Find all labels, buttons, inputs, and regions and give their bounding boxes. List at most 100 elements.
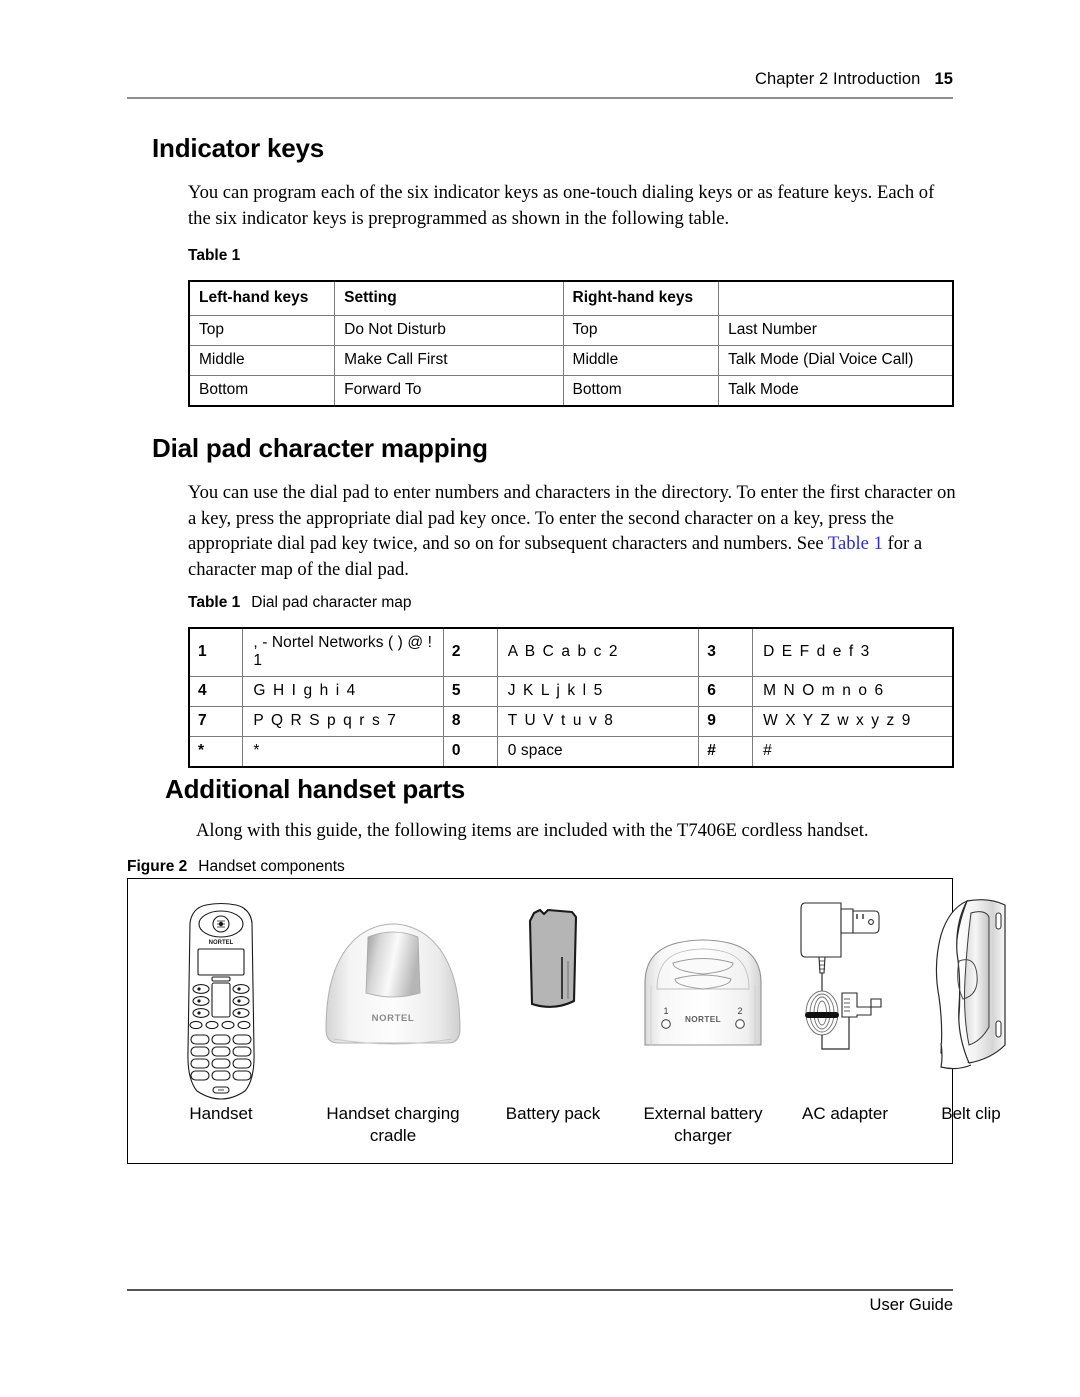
dialpad-key: 0 [442,736,498,768]
figure-artwork-row: NORTEL NORTEL 1 2 NORTEL [128,879,1006,1101]
table-row: 1 , - Nortel Networks ( ) @ ! 1 2 A B C … [188,627,954,677]
heading-additional-handset-parts: Additional handset parts [165,774,466,804]
table1-cell: Talk Mode [718,374,954,406]
table1-caption: Table 1 [188,247,251,265]
figure-item-belt-clip [904,879,1038,1101]
charger-led-1 [661,1019,671,1029]
dialpad-key: 6 [698,676,754,707]
charger-brand-label: NORTEL [685,1015,721,1024]
table-row: 7 P Q R S p q r s 7 8 T U V t u v 8 9 W … [188,706,954,737]
table-row: Top Do Not Disturb Top Last Number [188,314,954,346]
dialpad-chars: # [752,736,954,768]
table1-cell: Middle [188,344,336,376]
handset-brand-label: NORTEL [209,940,234,946]
figure-label-handset: Handset [189,1104,253,1123]
table1-cell: Forward To [334,374,564,406]
dialpad-key: 2 [442,627,498,677]
charging-cradle-illustration: NORTEL [300,921,486,1051]
paragraph-additional-parts: Along with this guide, the following ite… [196,820,869,841]
dialpad-chars: G H I g h i 4 [242,676,444,707]
heading-dial-pad-character-mapping: Dial pad character mapping [152,433,488,463]
dialpad-key: 4 [188,676,244,707]
dialpad-key: 8 [442,706,498,737]
charger-led-2-label: 2 [737,1006,742,1016]
figure-item-external-battery-charger: 1 2 NORTEL [620,879,786,1101]
table1-caption-number: Table 1 [188,247,241,264]
figure2-caption-number: Figure 2 [127,858,188,875]
paragraph-indicator-keys: You can program each of the six indicato… [188,182,935,229]
dialpad-key: 5 [442,676,498,707]
figure-item-handset: NORTEL [142,879,300,1101]
table1-header-cell [718,281,954,316]
table-1-cross-reference-link[interactable]: Table 1 [828,533,883,554]
footer-divider [127,1289,953,1291]
figure2-caption-text: Handset components [198,858,345,875]
ac-adapter-icon [800,902,882,1050]
dialpad-chars: W X Y Z w x y z 9 [752,706,954,737]
table-row: Middle Make Call First Middle Talk Mode … [188,344,954,376]
table1-cell: Bottom [562,374,720,406]
dialpad-key: 9 [698,706,754,737]
charging-cradle-icon: NORTEL [325,923,461,1045]
table1-header-cell: Right-hand keys [562,281,720,316]
figure-item-ac-adapter [786,879,904,1101]
table2-caption-number: Table 1 [188,594,241,611]
document-page: Chapter 2 Introduction 15 Indicator keys … [0,0,1080,1397]
figure-label-battery-pack: Battery pack [505,1104,601,1123]
ac-adapter-illustration [786,895,904,1073]
cradle-brand-label: NORTEL [372,1013,415,1024]
dialpad-chars: M N O m n o 6 [752,676,954,707]
dialpad-key: 1 [188,627,244,677]
figure-labels-row: Handset Handset charging cradle Battery p… [128,1103,1000,1163]
battery-pack-icon [528,908,578,1008]
table-header-row: Left-hand keys Setting Right-hand keys [188,281,954,316]
running-head-chapter: Chapter 2 Introduction [754,70,921,88]
dialpad-key: # [698,736,754,768]
page-number: 15 [934,70,953,88]
table1-cell: Last Number [718,314,954,346]
handset-illustration: NORTEL [142,901,300,1101]
table1-cell: Top [562,314,720,346]
table-row: Bottom Forward To Bottom Talk Mode [188,374,954,406]
table2-caption: Table 1 Dial pad character map [188,594,412,612]
table1-cell: Bottom [188,374,336,406]
figure-item-battery-pack [486,879,620,1101]
battery-pack-illustration [486,905,620,1017]
table-dial-pad-character-map: 1 , - Nortel Networks ( ) @ ! 1 2 A B C … [188,627,954,768]
external-battery-charger-icon: 1 2 NORTEL [644,939,762,1046]
table1-cell: Do Not Disturb [334,314,564,346]
paragraph-dial-pad: You can use the dial pad to enter number… [188,480,956,582]
dialpad-chars: 0 space [496,736,700,768]
dialpad-chars: A B C a b c 2 [496,627,700,677]
heading-indicator-keys: Indicator keys [152,133,325,163]
footer-text: User Guide [869,1296,953,1314]
figure-handset-components: NORTEL NORTEL 1 2 NORTEL Handset Handset… [127,878,1006,1164]
table1-cell: Talk Mode (Dial Voice Call) [718,344,954,376]
dialpad-chars: P Q R S p q r s 7 [242,706,444,737]
handset-icon: NORTEL [187,902,255,1100]
figure-label-external-battery-charger: External battery charger [643,1104,763,1145]
dialpad-key: * [188,736,244,768]
dialpad-chars: J K L j k l 5 [496,676,700,707]
dialpad-key: 3 [698,627,754,677]
table1-cell: Middle [562,344,720,376]
header-divider [127,97,953,99]
dialpad-key: 7 [188,706,244,737]
belt-clip-icon [935,899,1006,1070]
dialpad-chars: D E F d e f 3 [752,627,954,677]
running-head: Chapter 2 Introduction 15 [127,70,953,89]
dialpad-chars: * [242,736,444,768]
charger-led-2 [735,1019,745,1029]
belt-clip-illustration [904,895,1038,1073]
table1-cell: Top [188,314,336,346]
charger-led-1-label: 1 [663,1006,668,1016]
figure-label-charging-cradle: Handset charging cradle [326,1104,460,1145]
dialpad-chars: , - Nortel Networks ( ) @ ! 1 [242,627,444,677]
table1-cell: Make Call First [334,344,564,376]
figure-label-ac-adapter: AC adapter [802,1104,888,1123]
figure2-caption: Figure 2 Handset components [127,858,345,876]
table2-caption-text: Dial pad character map [251,594,412,611]
table-row: 4 G H I g h i 4 5 J K L j k l 5 6 M N O … [188,676,954,707]
external-battery-charger-illustration: 1 2 NORTEL [620,935,786,1051]
figure-item-charging-cradle: NORTEL [300,879,486,1101]
